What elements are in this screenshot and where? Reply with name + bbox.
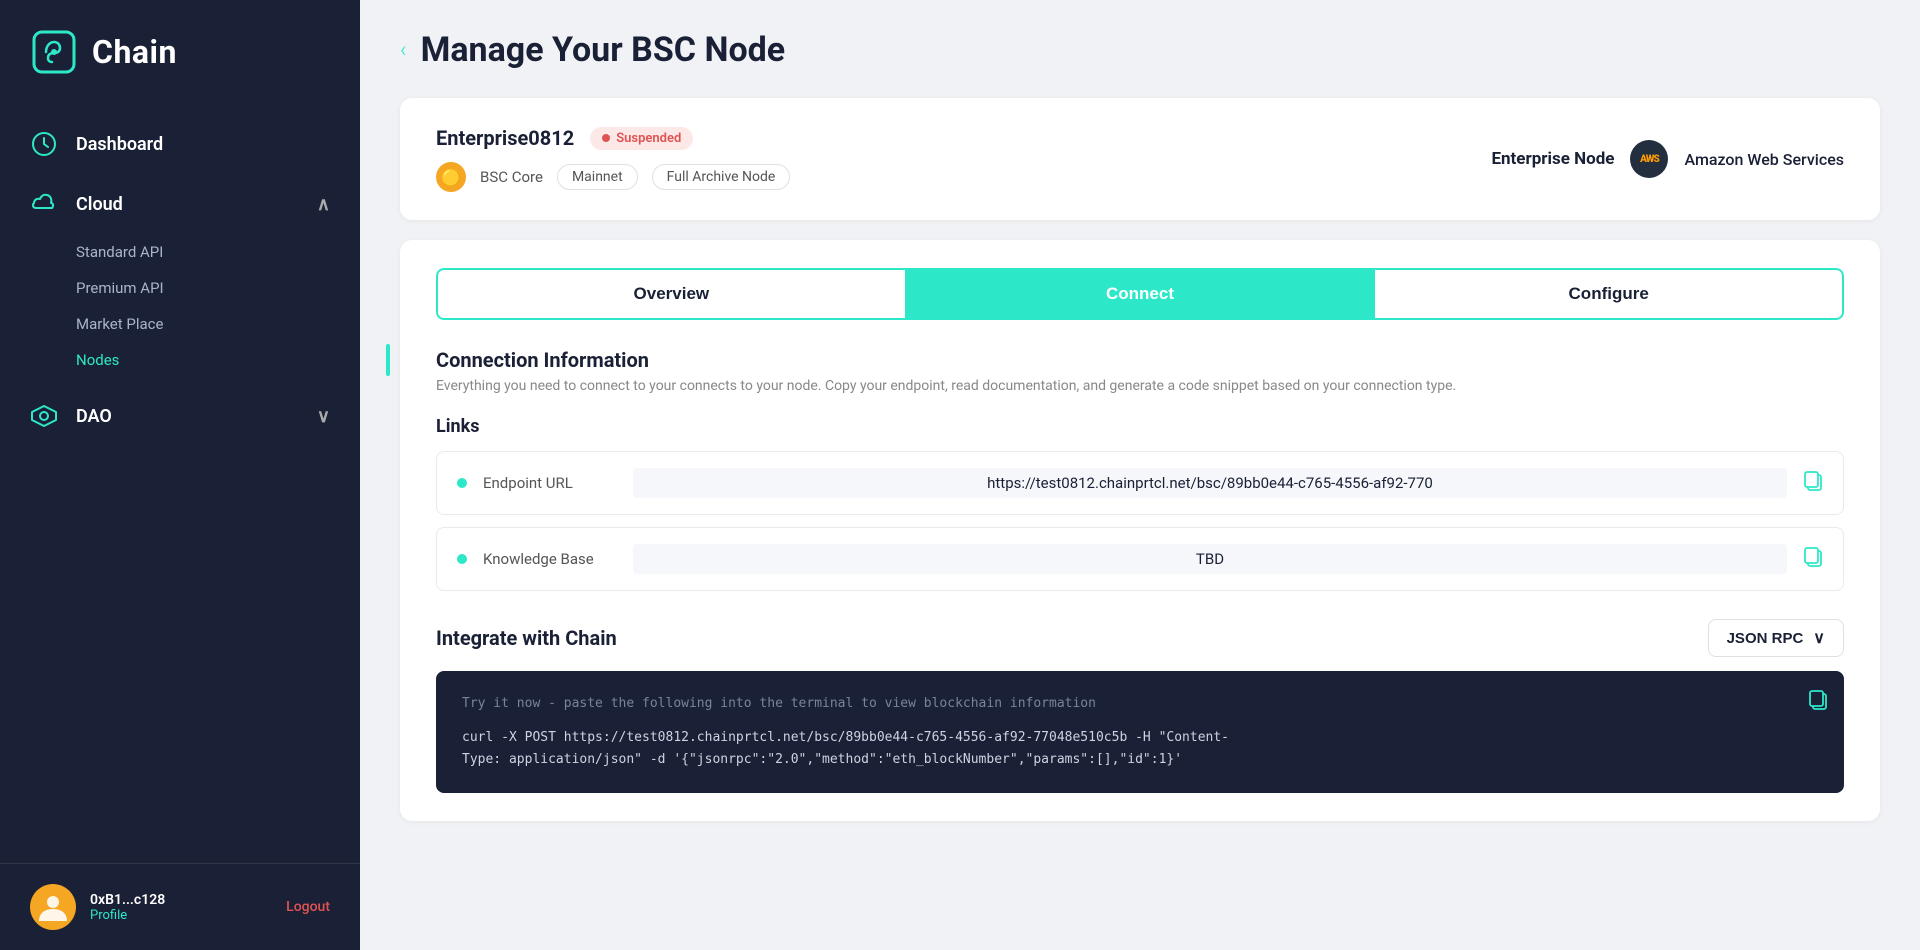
- links-title: Links: [436, 416, 1844, 437]
- tab-overview[interactable]: Overview: [436, 268, 907, 320]
- code-block: Try it now - paste the following into th…: [436, 671, 1844, 793]
- tab-configure[interactable]: Configure: [1375, 268, 1844, 320]
- knowledge-base-row: Knowledge Base TBD: [436, 527, 1844, 591]
- page-header: ‹ Manage Your BSC Node: [400, 30, 1880, 70]
- tab-connect[interactable]: Connect: [907, 268, 1376, 320]
- sidebar-item-marketplace[interactable]: Market Place: [76, 306, 360, 342]
- sidebar-item-dao[interactable]: DAO ∨: [0, 386, 360, 446]
- cloud-icon: [30, 190, 58, 218]
- node-type-tag: Full Archive Node: [652, 164, 791, 190]
- sidebar-footer: 0xB1...c128 Profile Logout: [0, 863, 360, 950]
- status-label: Suspended: [616, 131, 681, 146]
- active-indicator: [386, 344, 390, 376]
- sidebar-item-dashboard[interactable]: Dashboard: [0, 114, 360, 174]
- knowledge-dot: [457, 554, 467, 564]
- cloud-chevron-icon: ∧: [317, 194, 330, 215]
- chain-label: BSC Core: [480, 168, 543, 186]
- sidebar-item-cloud-label: Cloud: [76, 194, 123, 215]
- footer-username: 0xB1...c128: [90, 892, 272, 908]
- node-meta: 🟡 BSC Core Mainnet Full Archive Node: [436, 162, 790, 192]
- connection-info-desc: Everything you need to connect to your c…: [436, 378, 1844, 394]
- dao-icon: [30, 402, 58, 430]
- node-name: Enterprise0812: [436, 126, 574, 150]
- chain-logo-icon: [30, 28, 78, 76]
- code-line-1: curl -X POST https://test0812.chainprtcl…: [462, 727, 1818, 749]
- network-tag: Mainnet: [557, 164, 638, 190]
- copy-icon: [1803, 470, 1823, 492]
- endpoint-value: https://test0812.chainprtcl.net/bsc/89bb…: [633, 468, 1787, 498]
- sidebar: Chain Dashboard Cloud ∧ Standard API Pre…: [0, 0, 360, 950]
- sidebar-item-dao-label: DAO: [76, 406, 112, 427]
- sidebar-nav: Dashboard Cloud ∧ Standard API Premium A…: [0, 104, 360, 863]
- knowledge-copy-button[interactable]: [1803, 546, 1823, 573]
- dashboard-icon: [30, 130, 58, 158]
- sidebar-item-premium-api[interactable]: Premium API: [76, 270, 360, 306]
- main-content: ‹ Manage Your BSC Node Enterprise0812 Su…: [360, 0, 1920, 950]
- profile-link[interactable]: Profile: [90, 908, 272, 923]
- back-button[interactable]: ‹: [400, 38, 407, 63]
- sidebar-item-nodes[interactable]: Nodes: [76, 342, 360, 378]
- footer-user-info: 0xB1...c128 Profile: [90, 892, 272, 923]
- bsc-icon: 🟡: [436, 162, 466, 192]
- code-comment: Try it now - paste the following into th…: [462, 693, 1818, 715]
- code-copy-icon: [1808, 689, 1828, 711]
- cloud-subitems: Standard API Premium API Market Place No…: [0, 234, 360, 386]
- provider-label: Amazon Web Services: [1684, 150, 1844, 169]
- tabs-card: Overview Connect Configure Connection In…: [400, 240, 1880, 821]
- dao-chevron-icon: ∨: [317, 406, 330, 427]
- copy-icon-2: [1803, 546, 1823, 568]
- endpoint-dot: [457, 478, 467, 488]
- node-provider-info: Enterprise Node AWS Amazon Web Services: [1491, 140, 1844, 178]
- sidebar-item-standard-api[interactable]: Standard API: [76, 234, 360, 270]
- logout-button[interactable]: Logout: [286, 899, 330, 915]
- endpoint-url-row: Endpoint URL https://test0812.chainprtcl…: [436, 451, 1844, 515]
- dropdown-chevron-icon: ∨: [1813, 628, 1825, 648]
- knowledge-label: Knowledge Base: [483, 550, 633, 568]
- integrate-title: Integrate with Chain: [436, 626, 617, 650]
- status-dot: [602, 134, 610, 142]
- integrate-header: Integrate with Chain JSON RPC ∨: [436, 619, 1844, 657]
- status-badge: Suspended: [590, 127, 693, 150]
- rpc-type-label: JSON RPC: [1727, 630, 1804, 647]
- avatar-icon: [35, 889, 71, 925]
- user-avatar: [30, 884, 76, 930]
- tab-bar: Overview Connect Configure: [436, 268, 1844, 320]
- logo-text: Chain: [92, 33, 177, 71]
- node-info-card: Enterprise0812 Suspended 🟡 BSC Core Main…: [400, 98, 1880, 220]
- code-line-2: Type: application/json" -d '{"jsonrpc":"…: [462, 749, 1818, 771]
- knowledge-value: TBD: [633, 544, 1787, 574]
- logo-container: Chain: [0, 0, 360, 104]
- rpc-type-dropdown[interactable]: JSON RPC ∨: [1708, 619, 1844, 657]
- page-title: Manage Your BSC Node: [421, 30, 786, 70]
- code-copy-button[interactable]: [1808, 687, 1828, 721]
- sidebar-item-cloud[interactable]: Cloud ∧: [0, 174, 360, 234]
- endpoint-copy-button[interactable]: [1803, 470, 1823, 497]
- tier-label: Enterprise Node: [1491, 149, 1614, 169]
- sidebar-item-dashboard-label: Dashboard: [76, 134, 163, 155]
- aws-badge-icon: AWS: [1630, 140, 1668, 178]
- endpoint-label: Endpoint URL: [483, 474, 633, 492]
- integrate-section: Integrate with Chain JSON RPC ∨ Try it n…: [436, 619, 1844, 793]
- connection-info-title: Connection Information: [436, 348, 1844, 372]
